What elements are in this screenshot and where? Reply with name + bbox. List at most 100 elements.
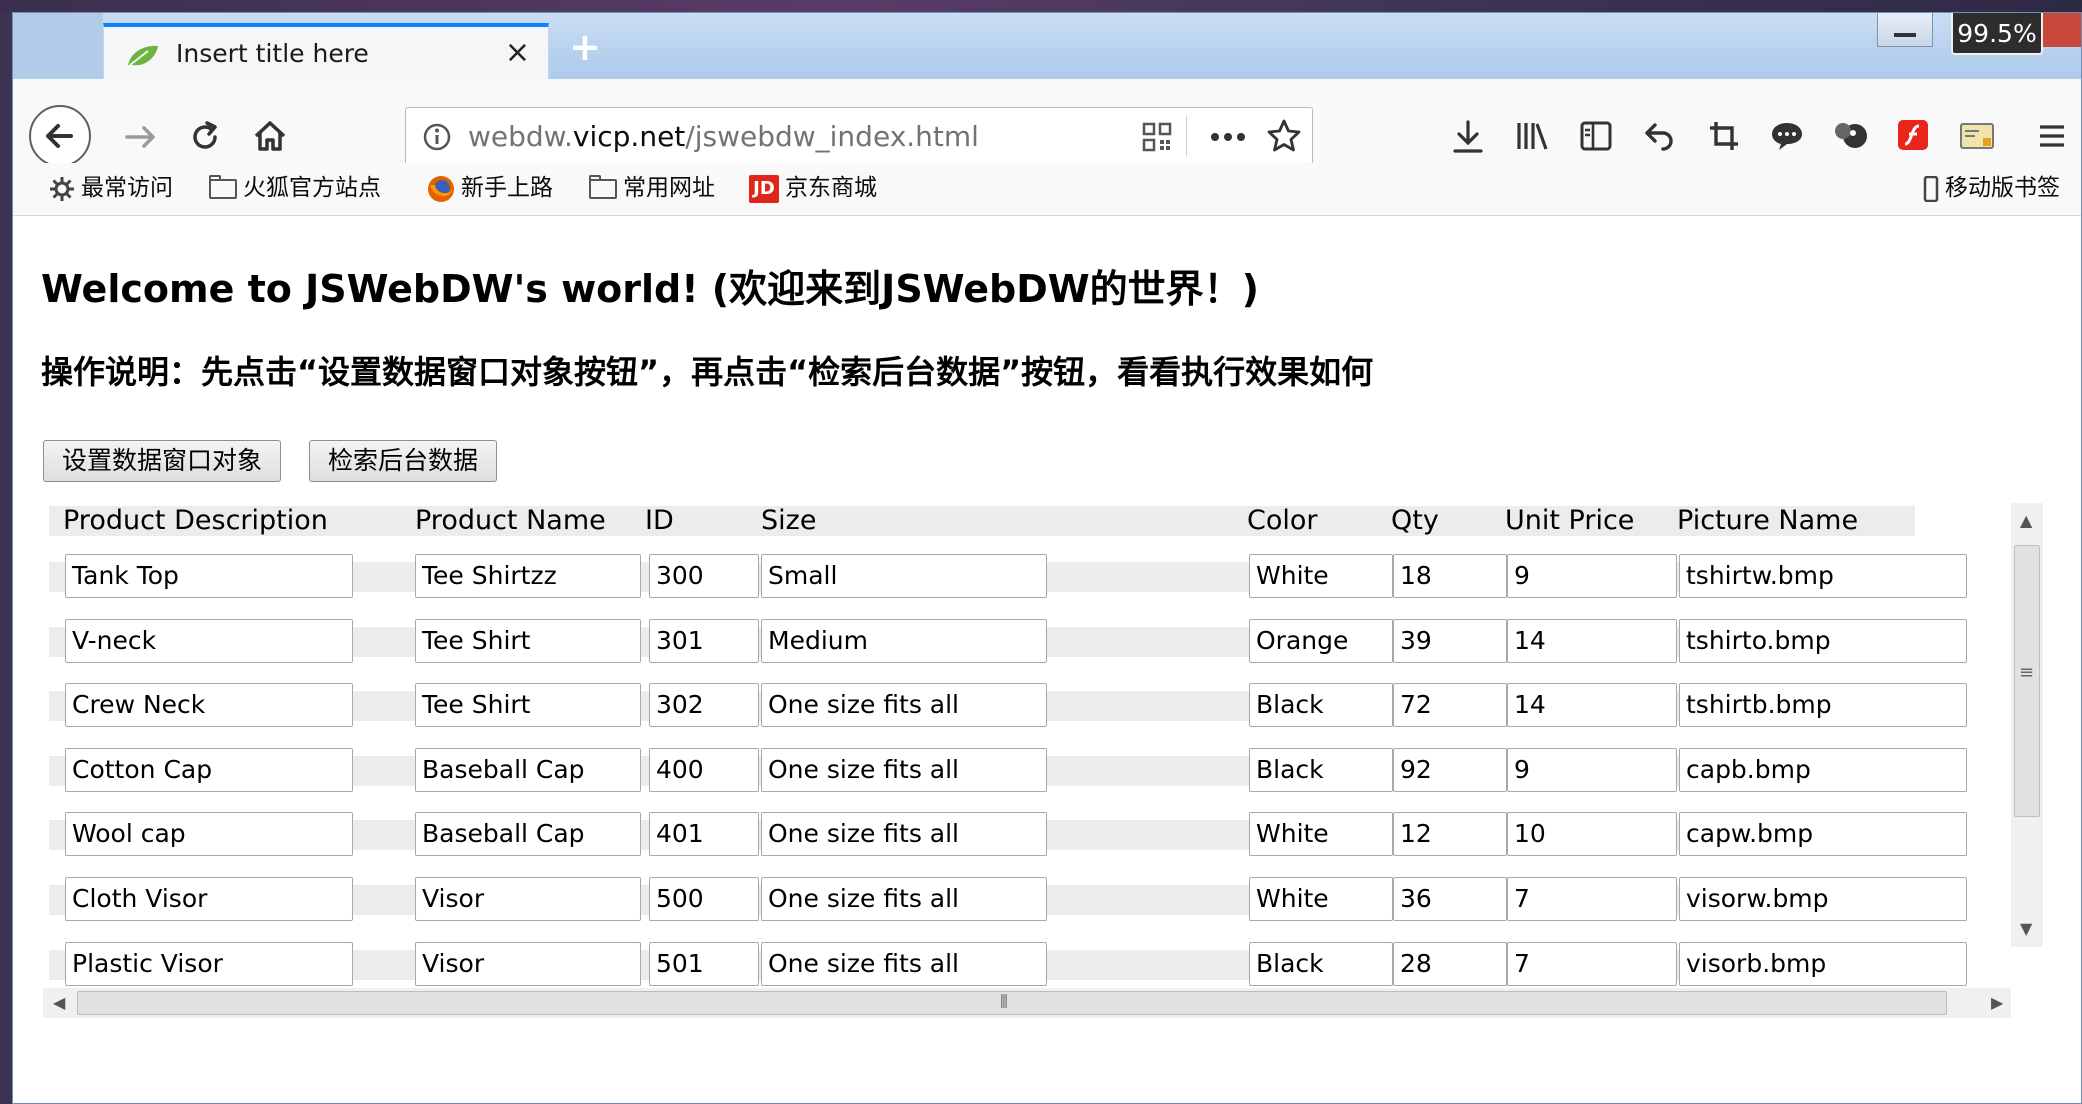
scroll-right-icon[interactable]: ▶ [1991, 995, 2003, 1011]
grid-cell-product-name[interactable]: Tee Shirt [415, 619, 641, 663]
grid-cell-picture-name[interactable]: capw.bmp [1679, 812, 1967, 856]
grid-cell-product-description[interactable]: Plastic Visor [65, 942, 353, 986]
bookmark-firefox-official[interactable]: 火狐官方站点 [209, 173, 381, 203]
bookmark-star-icon[interactable] [1266, 118, 1302, 154]
url-text[interactable]: webdw.vicp.net/jswebdw_index.html [468, 120, 979, 153]
grid-cell-picture-name[interactable]: visorw.bmp [1679, 877, 1967, 921]
grid-cell-product-description[interactable]: Tank Top [65, 554, 353, 598]
mobile-bookmarks[interactable]: 移动版书签 [1923, 173, 2060, 203]
download-icon[interactable] [1451, 119, 1485, 155]
close-tab-icon[interactable]: × [505, 35, 530, 71]
qr-code-icon[interactable] [1142, 122, 1172, 152]
grid-cell-color[interactable]: Black [1249, 748, 1393, 792]
chat-bubble-icon[interactable] [1769, 119, 1805, 153]
grid-cell-size[interactable]: One size fits all [761, 683, 1047, 727]
grid-cell-picture-name[interactable]: tshirto.bmp [1679, 619, 1967, 663]
grid-cell-size[interactable]: Medium [761, 619, 1047, 663]
reload-button[interactable] [187, 119, 223, 155]
extension-icon[interactable] [1833, 119, 1869, 153]
grid-cell-id[interactable]: 301 [649, 619, 759, 663]
scroll-up-icon[interactable]: ▲ [2020, 513, 2032, 529]
grid-cell-unit-price[interactable]: 9 [1507, 554, 1677, 598]
page-actions-icon[interactable] [1210, 132, 1246, 142]
grid-cell-unit-price[interactable]: 14 [1507, 619, 1677, 663]
sidebar-icon[interactable] [1579, 119, 1613, 153]
url-separator [1186, 116, 1187, 156]
grid-cell-size[interactable]: One size fits all [761, 748, 1047, 792]
grid-cell-id[interactable]: 401 [649, 812, 759, 856]
grid-cell-unit-price[interactable]: 9 [1507, 748, 1677, 792]
vertical-scroll-thumb[interactable]: ≡ [2014, 545, 2040, 817]
grid-cell-id[interactable]: 500 [649, 877, 759, 921]
grid-cell-product-description[interactable]: V-neck [65, 619, 353, 663]
grid-cell-product-description[interactable]: Crew Neck [65, 683, 353, 727]
column-header: Qty [1391, 505, 1439, 536]
minimize-button[interactable] [1877, 13, 1933, 47]
grid-cell-qty[interactable]: 28 [1393, 942, 1507, 986]
grid-cell-size[interactable]: One size fits all [761, 942, 1047, 986]
grid-cell-product-name[interactable]: Visor [415, 877, 641, 921]
grid-cell-size[interactable]: Small [761, 554, 1047, 598]
grid-cell-picture-name[interactable]: tshirtw.bmp [1679, 554, 1967, 598]
grid-cell-id[interactable]: 400 [649, 748, 759, 792]
grid-cell-color[interactable]: White [1249, 877, 1393, 921]
grid-cell-id[interactable]: 501 [649, 942, 759, 986]
grid-cell-unit-price[interactable]: 7 [1507, 942, 1677, 986]
screenshot-crop-icon[interactable] [1707, 119, 1741, 153]
grid-cell-qty[interactable]: 72 [1393, 683, 1507, 727]
grid-cell-picture-name[interactable]: capb.bmp [1679, 748, 1967, 792]
grid-cell-size[interactable]: One size fits all [761, 877, 1047, 921]
grid-cell-picture-name[interactable]: visorb.bmp [1679, 942, 1967, 986]
grid-cell-color[interactable]: White [1249, 554, 1393, 598]
tab-active[interactable]: Insert title here × [103, 23, 549, 79]
grid-cell-unit-price[interactable]: 14 [1507, 683, 1677, 727]
grid-cell-product-description[interactable]: Cloth Visor [65, 877, 353, 921]
site-info-icon[interactable] [422, 122, 452, 152]
zoom-indicator: 99.5% [1951, 13, 2043, 55]
new-tab-button[interactable]: + [569, 27, 601, 67]
horizontal-scroll-thumb[interactable]: ⦀ [77, 991, 1947, 1015]
grid-cell-picture-name[interactable]: tshirtb.bmp [1679, 683, 1967, 727]
grid-cell-qty[interactable]: 92 [1393, 748, 1507, 792]
library-icon[interactable] [1515, 119, 1551, 153]
grid-cell-product-description[interactable]: Cotton Cap [65, 748, 353, 792]
grid-cell-size[interactable]: One size fits all [761, 812, 1047, 856]
grid-cell-product-description[interactable]: Wool cap [65, 812, 353, 856]
card-reader-icon[interactable] [1959, 121, 1995, 151]
back-button[interactable] [29, 105, 91, 167]
grid-cell-id[interactable]: 300 [649, 554, 759, 598]
vertical-scrollbar[interactable]: ▲ ≡ ▼ [2011, 503, 2043, 947]
grid-cell-color[interactable]: Black [1249, 683, 1393, 727]
grid-cell-id[interactable]: 302 [649, 683, 759, 727]
bookmark-common-sites[interactable]: 常用网址 [589, 173, 715, 203]
grid-cell-color[interactable]: Black [1249, 942, 1393, 986]
scroll-down-icon[interactable]: ▼ [2020, 921, 2032, 937]
horizontal-scrollbar[interactable]: ◀ ⦀ ▶ [43, 988, 2011, 1018]
grid-cell-product-name[interactable]: Baseball Cap [415, 748, 641, 792]
home-button[interactable] [251, 117, 289, 155]
flash-player-icon[interactable] [1897, 119, 1929, 151]
bookmark-getting-started[interactable]: 新手上路 [427, 173, 553, 203]
url-bar[interactable]: webdw.vicp.net/jswebdw_index.html [405, 107, 1313, 165]
grid-cell-product-name[interactable]: Tee Shirt [415, 683, 641, 727]
bookmark-jd-mall[interactable]: JD 京东商城 [749, 173, 877, 203]
undo-icon[interactable] [1643, 119, 1677, 153]
scroll-left-icon[interactable]: ◀ [53, 995, 65, 1011]
set-dw-object-button[interactable]: 设置数据窗口对象 [43, 440, 282, 482]
grid-cell-qty[interactable]: 36 [1393, 877, 1507, 921]
forward-button[interactable] [123, 119, 159, 155]
grid-cell-qty[interactable]: 12 [1393, 812, 1507, 856]
hamburger-menu-icon[interactable] [2037, 121, 2067, 151]
grid-cell-product-name[interactable]: Visor [415, 942, 641, 986]
grid-cell-unit-price[interactable]: 10 [1507, 812, 1677, 856]
grid-cell-unit-price[interactable]: 7 [1507, 877, 1677, 921]
grid-cell-product-name[interactable]: Baseball Cap [415, 812, 641, 856]
bookmarks-toolbar: 最常访问 火狐官方站点 新手上路 常用网址 JD 京东商城 移动版书签 [13, 163, 2081, 216]
bookmark-most-visited[interactable]: 最常访问 [49, 173, 173, 203]
retrieve-data-button[interactable]: 检索后台数据 [309, 440, 498, 482]
grid-cell-qty[interactable]: 18 [1393, 554, 1507, 598]
grid-cell-product-name[interactable]: Tee Shirtzz [415, 554, 641, 598]
grid-cell-qty[interactable]: 39 [1393, 619, 1507, 663]
grid-cell-color[interactable]: White [1249, 812, 1393, 856]
grid-cell-color[interactable]: Orange [1249, 619, 1393, 663]
